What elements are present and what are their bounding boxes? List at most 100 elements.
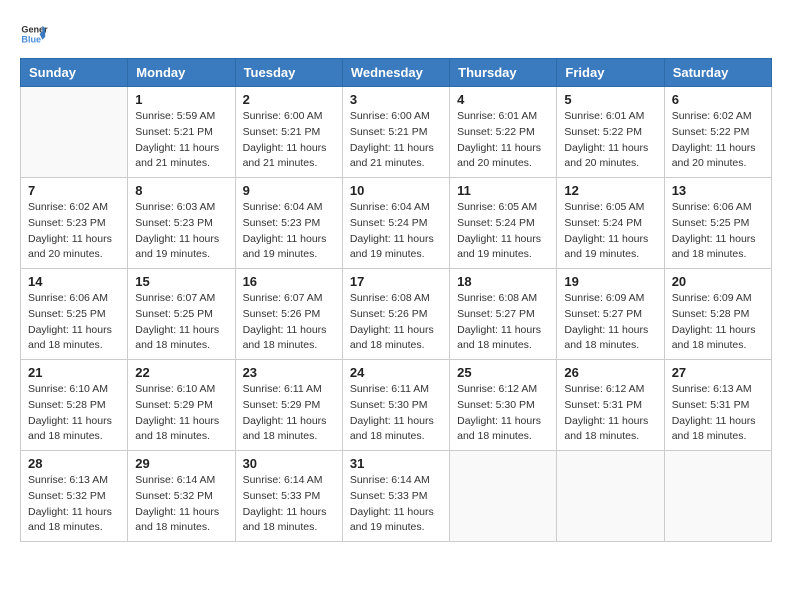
day-cell: 22 Sunrise: 6:10 AMSunset: 5:29 PMDayligh… — [128, 360, 235, 451]
header-cell-monday: Monday — [128, 59, 235, 87]
day-cell: 12Sunrise: 6:05 AMSunset: 5:24 PMDayligh… — [557, 178, 664, 269]
day-number: 21 — [28, 365, 120, 380]
day-number: 13 — [672, 183, 764, 198]
header-cell-tuesday: Tuesday — [235, 59, 342, 87]
day-number: 3 — [350, 92, 442, 107]
week-row-3: 14 Sunrise: 6:06 AMSunset: 5:25 PMDayligh… — [21, 269, 772, 360]
day-number: 5 — [564, 92, 656, 107]
calendar-body: 1 Sunrise: 5:59 AMSunset: 5:21 PMDaylight… — [21, 87, 772, 542]
day-info: Sunrise: 6:11 AMSunset: 5:30 PMDaylight:… — [350, 382, 442, 445]
day-info: Sunrise: 6:12 AMSunset: 5:30 PMDaylight:… — [457, 382, 549, 445]
day-cell: 28Sunrise: 6:13 AMSunset: 5:32 PMDayligh… — [21, 451, 128, 542]
day-info: Sunrise: 6:10 AMSunset: 5:28 PMDaylight:… — [28, 382, 120, 445]
day-number: 27 — [672, 365, 764, 380]
day-cell: 29 Sunrise: 6:14 AMSunset: 5:32 PMDayligh… — [128, 451, 235, 542]
day-info: Sunrise: 6:04 AMSunset: 5:23 PMDaylight:… — [243, 200, 335, 263]
day-info: Sunrise: 6:12 AMSunset: 5:31 PMDaylight:… — [564, 382, 656, 445]
day-info: Sunrise: 6:04 AMSunset: 5:24 PMDaylight:… — [350, 200, 442, 263]
day-info: Sunrise: 6:13 AMSunset: 5:31 PMDaylight:… — [672, 382, 764, 445]
day-info: Sunrise: 6:14 AMSunset: 5:32 PMDaylight:… — [135, 473, 227, 536]
day-info: Sunrise: 6:09 AMSunset: 5:27 PMDaylight:… — [564, 291, 656, 354]
page-header: General Blue — [20, 20, 772, 48]
day-cell: 17 Sunrise: 6:08 AMSunset: 5:26 PMDayligh… — [342, 269, 449, 360]
day-info: Sunrise: 6:10 AMSunset: 5:29 PMDaylight:… — [135, 382, 227, 445]
day-number: 4 — [457, 92, 549, 107]
day-cell — [557, 451, 664, 542]
day-info: Sunrise: 6:11 AMSunset: 5:29 PMDaylight:… — [243, 382, 335, 445]
week-row-5: 28Sunrise: 6:13 AMSunset: 5:32 PMDayligh… — [21, 451, 772, 542]
day-number: 14 — [28, 274, 120, 289]
day-cell: 26 Sunrise: 6:12 AMSunset: 5:31 PMDayligh… — [557, 360, 664, 451]
day-info: Sunrise: 6:08 AMSunset: 5:27 PMDaylight:… — [457, 291, 549, 354]
day-cell: 4 Sunrise: 6:01 AMSunset: 5:22 PMDaylight… — [450, 87, 557, 178]
day-number: 2 — [243, 92, 335, 107]
day-cell: 8 Sunrise: 6:03 AMSunset: 5:23 PMDaylight… — [128, 178, 235, 269]
day-cell: 15Sunrise: 6:07 AMSunset: 5:25 PMDayligh… — [128, 269, 235, 360]
header-row: SundayMondayTuesdayWednesdayThursdayFrid… — [21, 59, 772, 87]
day-info: Sunrise: 6:01 AMSunset: 5:22 PMDaylight:… — [457, 109, 549, 172]
day-info: Sunrise: 6:14 AMSunset: 5:33 PMDaylight:… — [350, 473, 442, 536]
day-cell: 14 Sunrise: 6:06 AMSunset: 5:25 PMDayligh… — [21, 269, 128, 360]
header-cell-wednesday: Wednesday — [342, 59, 449, 87]
day-number: 1 — [135, 92, 227, 107]
day-number: 25 — [457, 365, 549, 380]
day-cell: 24Sunrise: 6:11 AMSunset: 5:30 PMDayligh… — [342, 360, 449, 451]
day-cell: 5 Sunrise: 6:01 AMSunset: 5:22 PMDaylight… — [557, 87, 664, 178]
day-cell: 21 Sunrise: 6:10 AMSunset: 5:28 PMDayligh… — [21, 360, 128, 451]
day-cell: 20Sunrise: 6:09 AMSunset: 5:28 PMDayligh… — [664, 269, 771, 360]
calendar-header: SundayMondayTuesdayWednesdayThursdayFrid… — [21, 59, 772, 87]
day-info: Sunrise: 6:05 AMSunset: 5:24 PMDaylight:… — [564, 200, 656, 263]
day-cell: 30 Sunrise: 6:14 AMSunset: 5:33 PMDayligh… — [235, 451, 342, 542]
day-cell: 7Sunrise: 6:02 AMSunset: 5:23 PMDaylight… — [21, 178, 128, 269]
day-number: 10 — [350, 183, 442, 198]
day-cell: 2Sunrise: 6:00 AMSunset: 5:21 PMDaylight… — [235, 87, 342, 178]
day-cell: 13 Sunrise: 6:06 AMSunset: 5:25 PMDayligh… — [664, 178, 771, 269]
day-number: 29 — [135, 456, 227, 471]
day-cell — [664, 451, 771, 542]
day-cell: 9Sunrise: 6:04 AMSunset: 5:23 PMDaylight… — [235, 178, 342, 269]
day-info: Sunrise: 6:08 AMSunset: 5:26 PMDaylight:… — [350, 291, 442, 354]
week-row-1: 1 Sunrise: 5:59 AMSunset: 5:21 PMDaylight… — [21, 87, 772, 178]
day-info: Sunrise: 6:14 AMSunset: 5:33 PMDaylight:… — [243, 473, 335, 536]
day-cell: 25 Sunrise: 6:12 AMSunset: 5:30 PMDayligh… — [450, 360, 557, 451]
logo-icon: General Blue — [20, 20, 48, 48]
day-info: Sunrise: 6:03 AMSunset: 5:23 PMDaylight:… — [135, 200, 227, 263]
day-number: 17 — [350, 274, 442, 289]
day-info: Sunrise: 6:02 AMSunset: 5:23 PMDaylight:… — [28, 200, 120, 263]
day-cell: 16Sunrise: 6:07 AMSunset: 5:26 PMDayligh… — [235, 269, 342, 360]
header-cell-sunday: Sunday — [21, 59, 128, 87]
day-cell: 31Sunrise: 6:14 AMSunset: 5:33 PMDayligh… — [342, 451, 449, 542]
day-info: Sunrise: 6:01 AMSunset: 5:22 PMDaylight:… — [564, 109, 656, 172]
day-number: 8 — [135, 183, 227, 198]
week-row-4: 21 Sunrise: 6:10 AMSunset: 5:28 PMDayligh… — [21, 360, 772, 451]
day-cell: 18 Sunrise: 6:08 AMSunset: 5:27 PMDayligh… — [450, 269, 557, 360]
day-number: 22 — [135, 365, 227, 380]
day-number: 15 — [135, 274, 227, 289]
day-cell — [450, 451, 557, 542]
day-info: Sunrise: 6:13 AMSunset: 5:32 PMDaylight:… — [28, 473, 120, 536]
day-number: 18 — [457, 274, 549, 289]
day-number: 6 — [672, 92, 764, 107]
day-cell: 3 Sunrise: 6:00 AMSunset: 5:21 PMDaylight… — [342, 87, 449, 178]
day-info: Sunrise: 6:00 AMSunset: 5:21 PMDaylight:… — [350, 109, 442, 172]
day-cell: 1 Sunrise: 5:59 AMSunset: 5:21 PMDaylight… — [128, 87, 235, 178]
day-number: 26 — [564, 365, 656, 380]
day-info: Sunrise: 6:02 AMSunset: 5:22 PMDaylight:… — [672, 109, 764, 172]
day-number: 23 — [243, 365, 335, 380]
calendar-table: SundayMondayTuesdayWednesdayThursdayFrid… — [20, 58, 772, 542]
day-info: Sunrise: 6:05 AMSunset: 5:24 PMDaylight:… — [457, 200, 549, 263]
day-cell: 6 Sunrise: 6:02 AMSunset: 5:22 PMDaylight… — [664, 87, 771, 178]
day-cell: 23 Sunrise: 6:11 AMSunset: 5:29 PMDayligh… — [235, 360, 342, 451]
day-number: 20 — [672, 274, 764, 289]
logo: General Blue — [20, 20, 48, 48]
week-row-2: 7Sunrise: 6:02 AMSunset: 5:23 PMDaylight… — [21, 178, 772, 269]
day-number: 30 — [243, 456, 335, 471]
day-info: Sunrise: 6:06 AMSunset: 5:25 PMDaylight:… — [28, 291, 120, 354]
header-cell-thursday: Thursday — [450, 59, 557, 87]
day-cell: 19Sunrise: 6:09 AMSunset: 5:27 PMDayligh… — [557, 269, 664, 360]
day-info: Sunrise: 6:06 AMSunset: 5:25 PMDaylight:… — [672, 200, 764, 263]
day-info: Sunrise: 5:59 AMSunset: 5:21 PMDaylight:… — [135, 109, 227, 172]
svg-text:Blue: Blue — [21, 34, 41, 44]
day-number: 11 — [457, 183, 549, 198]
header-cell-saturday: Saturday — [664, 59, 771, 87]
